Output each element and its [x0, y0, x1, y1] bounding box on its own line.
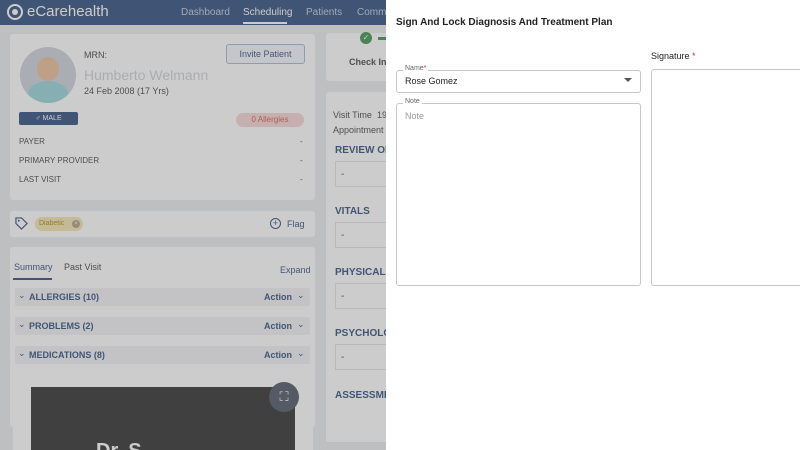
dropdown-caret-icon [624, 78, 632, 82]
tab-past-visit[interactable]: Past Visit [64, 262, 101, 272]
tab-active-indicator [13, 278, 52, 280]
signature-pad[interactable] [651, 69, 800, 286]
note-placeholder: Note [405, 111, 425, 121]
chevron-down-icon: ⌄ [297, 319, 305, 329]
name-label: Name* [403, 65, 429, 72]
gender-badge: ♂ MALE [19, 112, 78, 125]
signature-label: Signature * [651, 51, 696, 61]
expand-link[interactable]: Expand [280, 265, 311, 275]
chevron-down-icon: ⌄ [18, 348, 26, 358]
primary-provider-value: - [300, 156, 303, 165]
flag-button[interactable]: Flag [287, 219, 305, 229]
medications-section[interactable]: ⌄ MEDICATIONS (8) Action ⌄ [15, 346, 310, 364]
allergies-section[interactable]: ⌄ ALLERGIES (10) Action ⌄ [15, 288, 310, 306]
chevron-down-icon: ⌄ [297, 348, 305, 358]
chevron-down-icon: ⌄ [18, 319, 26, 329]
action-button[interactable]: Action [264, 350, 292, 360]
brand-logo[interactable]: eCarehealth [7, 3, 109, 20]
assessment-heading: ASSESSME [335, 390, 391, 401]
video-player[interactable] [31, 387, 295, 450]
nav-dashboard[interactable]: Dashboard [181, 7, 230, 18]
section-label: ALLERGIES (10) [29, 292, 100, 302]
modal-title: Sign And Lock Diagnosis And Treatment Pl… [396, 17, 613, 28]
note-label: Note [403, 98, 422, 105]
last-visit-label: LAST VISIT [19, 175, 62, 184]
visit-time-label: Visit Time [333, 110, 372, 120]
payer-value: - [300, 137, 303, 146]
mrn-label: MRN: [84, 50, 107, 60]
name-select-value: Rose Gomez [405, 76, 458, 86]
payer-label: PAYER [19, 137, 45, 146]
add-flag-icon[interactable]: + [270, 218, 281, 229]
nav-scheduling[interactable]: Scheduling [243, 7, 292, 18]
video-caption: Dr. S... [96, 440, 158, 450]
allergies-badge[interactable]: 0 Allergies [236, 113, 304, 127]
last-visit-value: - [300, 175, 303, 184]
action-button[interactable]: Action [264, 321, 292, 331]
primary-provider-label: PRIMARY PROVIDER [19, 156, 100, 165]
action-button[interactable]: Action [264, 292, 292, 302]
appointment-label: Appointment [333, 125, 384, 135]
tag-icon [15, 217, 28, 230]
avatar [20, 47, 76, 103]
remove-tag-icon[interactable]: × [72, 220, 80, 228]
progress-connector [378, 37, 386, 40]
fullscreen-icon[interactable]: ⛶ [269, 382, 299, 412]
section-label: MEDICATIONS (8) [29, 350, 105, 360]
checkin-label[interactable]: Check In [349, 57, 387, 67]
invite-patient-button[interactable]: Invite Patient [226, 44, 305, 64]
tab-summary[interactable]: Summary [14, 262, 53, 272]
logo-icon [7, 3, 23, 20]
chevron-down-icon: ⌄ [18, 290, 26, 300]
patient-dob: 24 Feb 2008 (17 Yrs) [84, 86, 169, 96]
patient-name: Humberto Welmann [84, 67, 209, 83]
psychological-heading: PSYCHOLO [335, 328, 392, 339]
nav-active-indicator [243, 22, 287, 24]
vitals-heading: VITALS [335, 206, 370, 217]
check-icon: ✓ [360, 32, 372, 44]
nav-patients[interactable]: Patients [306, 7, 342, 18]
chevron-down-icon: ⌄ [297, 290, 305, 300]
review-of-systems-heading: REVIEW OF [335, 145, 392, 156]
problems-section[interactable]: ⌄ PROBLEMS (2) Action ⌄ [15, 317, 310, 335]
section-label: PROBLEMS (2) [29, 321, 94, 331]
brand-name: eCarehealth [27, 3, 109, 20]
note-textarea[interactable] [396, 103, 641, 286]
